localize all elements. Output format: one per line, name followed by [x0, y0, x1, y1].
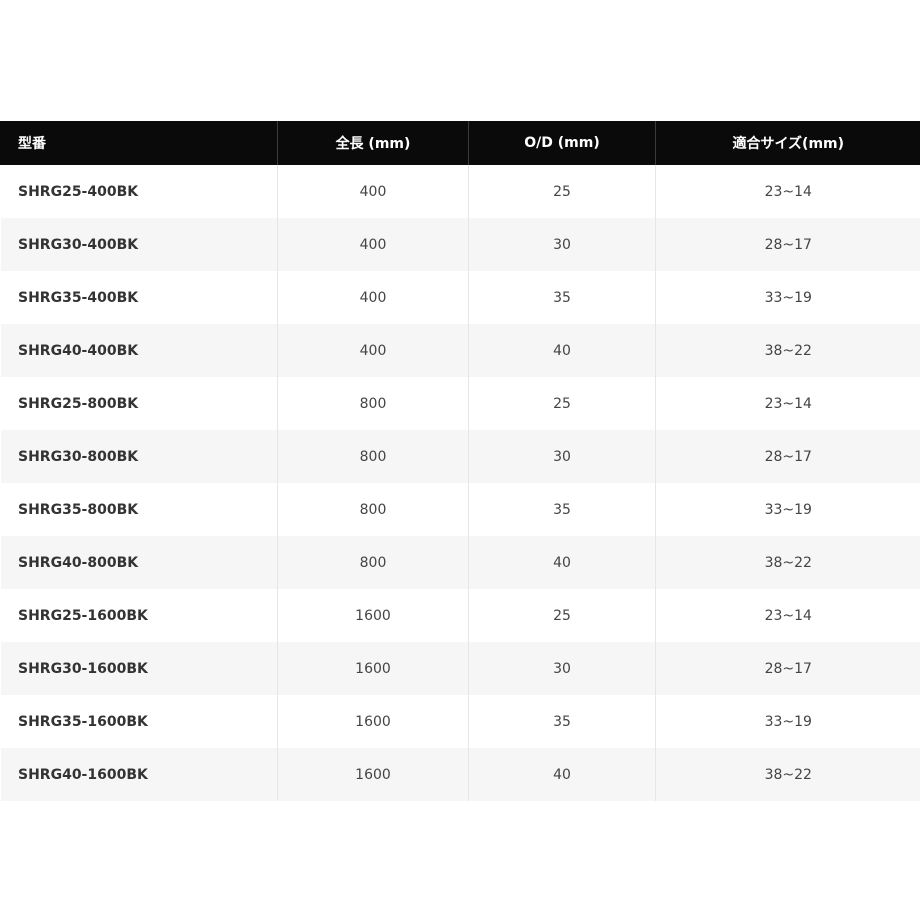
cell-model-number: SHRG35-800BK — [0, 483, 278, 536]
table-row: SHRG30-1600BK 1600 30 28~17 — [0, 642, 920, 695]
cell-outer-diameter: 35 — [468, 271, 656, 324]
header-model-number: 型番 — [0, 121, 278, 165]
cell-outer-diameter: 25 — [468, 377, 656, 430]
cell-total-length: 800 — [277, 377, 469, 430]
table-row: SHRG25-1600BK 1600 25 23~14 — [0, 589, 920, 642]
cell-model-number: SHRG25-800BK — [0, 377, 278, 430]
header-total-length: 全長 (mm) — [277, 121, 469, 165]
cell-total-length: 400 — [277, 218, 469, 271]
cell-outer-diameter: 35 — [468, 483, 656, 536]
cell-outer-diameter: 25 — [468, 165, 656, 218]
cell-compatible-size: 33~19 — [655, 695, 920, 748]
cell-compatible-size: 23~14 — [655, 589, 920, 642]
table-row: SHRG35-800BK 800 35 33~19 — [0, 483, 920, 536]
cell-total-length: 800 — [277, 483, 469, 536]
cell-compatible-size: 33~19 — [655, 271, 920, 324]
cell-outer-diameter: 30 — [468, 430, 656, 483]
cell-compatible-size: 28~17 — [655, 430, 920, 483]
cell-compatible-size: 28~17 — [655, 642, 920, 695]
cell-model-number: SHRG30-400BK — [0, 218, 278, 271]
table-row: SHRG25-800BK 800 25 23~14 — [0, 377, 920, 430]
cell-outer-diameter: 30 — [468, 642, 656, 695]
cell-compatible-size: 23~14 — [655, 377, 920, 430]
cell-total-length: 1600 — [277, 642, 469, 695]
cell-model-number: SHRG35-1600BK — [0, 695, 278, 748]
cell-outer-diameter: 40 — [468, 536, 656, 589]
cell-model-number: SHRG40-400BK — [0, 324, 278, 377]
cell-compatible-size: 23~14 — [655, 165, 920, 218]
spec-table: 型番 全長 (mm) O/D (mm) 適合サイズ(mm) SHRG25-400… — [0, 121, 920, 801]
table-row: SHRG25-400BK 400 25 23~14 — [0, 165, 920, 218]
table-row: SHRG40-800BK 800 40 38~22 — [0, 536, 920, 589]
cell-model-number: SHRG40-1600BK — [0, 748, 278, 801]
cell-model-number: SHRG25-1600BK — [0, 589, 278, 642]
table-row: SHRG35-400BK 400 35 33~19 — [0, 271, 920, 324]
cell-total-length: 800 — [277, 536, 469, 589]
table-row: SHRG40-1600BK 1600 40 38~22 — [0, 748, 920, 801]
cell-model-number: SHRG25-400BK — [0, 165, 278, 218]
table-row: SHRG35-1600BK 1600 35 33~19 — [0, 695, 920, 748]
header-row: 型番 全長 (mm) O/D (mm) 適合サイズ(mm) — [0, 121, 920, 165]
cell-outer-diameter: 25 — [468, 589, 656, 642]
table-header: 型番 全長 (mm) O/D (mm) 適合サイズ(mm) — [0, 121, 920, 165]
cell-total-length: 400 — [277, 165, 469, 218]
cell-model-number: SHRG30-800BK — [0, 430, 278, 483]
cell-total-length: 1600 — [277, 589, 469, 642]
cell-compatible-size: 38~22 — [655, 324, 920, 377]
table-row: SHRG30-800BK 800 30 28~17 — [0, 430, 920, 483]
header-compatible-size: 適合サイズ(mm) — [655, 121, 920, 165]
cell-compatible-size: 38~22 — [655, 536, 920, 589]
table-row: SHRG40-400BK 400 40 38~22 — [0, 324, 920, 377]
cell-compatible-size: 28~17 — [655, 218, 920, 271]
cell-total-length: 400 — [277, 271, 469, 324]
cell-total-length: 400 — [277, 324, 469, 377]
table-row: SHRG30-400BK 400 30 28~17 — [0, 218, 920, 271]
cell-outer-diameter: 40 — [468, 324, 656, 377]
cell-outer-diameter: 30 — [468, 218, 656, 271]
cell-total-length: 800 — [277, 430, 469, 483]
cell-total-length: 1600 — [277, 695, 469, 748]
cell-compatible-size: 38~22 — [655, 748, 920, 801]
cell-model-number: SHRG40-800BK — [0, 536, 278, 589]
table-body: SHRG25-400BK 400 25 23~14 SHRG30-400BK 400 30 2… — [0, 165, 920, 801]
cell-model-number: SHRG30-1600BK — [0, 642, 278, 695]
cell-model-number: SHRG35-400BK — [0, 271, 278, 324]
header-outer-diameter: O/D (mm) — [468, 121, 656, 165]
cell-compatible-size: 33~19 — [655, 483, 920, 536]
cell-outer-diameter: 40 — [468, 748, 656, 801]
cell-total-length: 1600 — [277, 748, 469, 801]
cell-outer-diameter: 35 — [468, 695, 656, 748]
